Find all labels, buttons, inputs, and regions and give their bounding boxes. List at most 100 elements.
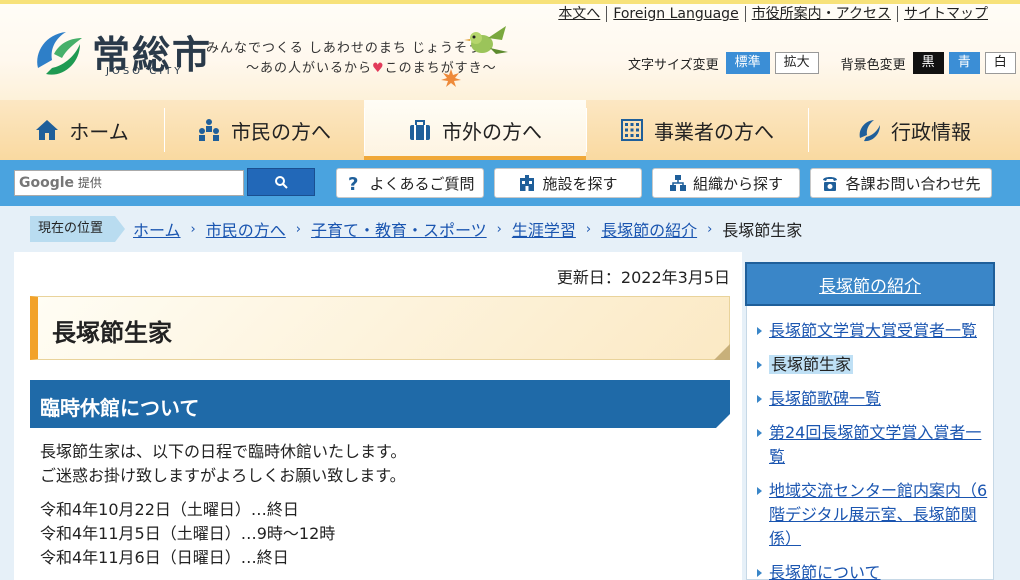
logo-sub: JOSO CITY — [106, 66, 184, 77]
notice-line-2: ご迷惑お掛け致しますがよろしくお願い致します。 — [40, 466, 406, 485]
link-city-hall-access[interactable]: 市役所案内・アクセス — [744, 6, 897, 22]
slogan-line1: みんなでつくる しあわせのまち じょうそう — [206, 41, 483, 56]
nav-administration-label: 行政情報 — [891, 119, 971, 144]
heart-icon: ♥ — [372, 61, 385, 76]
page-title: 長塚節生家 — [52, 319, 172, 347]
google-brand-text: Google — [19, 175, 75, 191]
question-icon: ? — [348, 174, 358, 192]
chevron-right-icon: › — [295, 221, 301, 237]
find-by-org-label: 組織から探す — [692, 174, 783, 193]
bg-blue-button[interactable]: 青 — [948, 52, 980, 74]
nav-visitors-label: 市外の方へ — [442, 119, 542, 144]
global-nav: ホーム 市民の方へ 市外の方へ 事業者の方へ 行政情報 — [0, 100, 1020, 160]
breadcrumb-nagatsuka-intro[interactable]: 長塚節の紹介 — [601, 217, 697, 241]
sidebar-link-24th-award[interactable]: 第24回長塚節文学賞入賞者一覧 — [769, 423, 981, 466]
nav-home[interactable]: ホーム — [0, 100, 164, 160]
sidebar-item: 第24回長塚節文学賞入賞者一覧 — [755, 421, 991, 469]
sidebar: 長塚節の紹介 長塚節文学賞大賞受賞者一覧 長塚節生家 長塚節歌碑一覧 第24回長… — [745, 262, 995, 580]
sidebar-item: 長塚節歌碑一覧 — [755, 387, 991, 411]
schedule-line-2: 令和4年11月5日（土曜日）…9時～12時 — [40, 524, 336, 543]
facility-icon — [520, 175, 535, 191]
contact-departments-button[interactable]: 各課お問い合わせ先 — [810, 168, 992, 198]
bird-icon — [464, 26, 508, 54]
title-corner-decoration — [714, 344, 730, 360]
city-emblem-icon — [859, 120, 880, 142]
nav-businesses-label: 事業者の方へ — [654, 119, 774, 144]
page-title-box: 長塚節生家 — [30, 296, 730, 360]
bg-white-button[interactable]: 白 — [984, 52, 1016, 74]
nav-visitors[interactable]: 市外の方へ — [364, 100, 586, 160]
org-chart-icon — [669, 175, 686, 191]
city-logo-icon[interactable] — [32, 28, 84, 78]
font-size-large-button[interactable]: 拡大 — [774, 52, 819, 74]
sidebar-item: 長塚節文学賞大賞受賞者一覧 — [755, 319, 991, 343]
closure-schedule: 令和4年10月22日（土曜日）…終日 令和4年11月5日（土曜日）…9時～12時… — [40, 498, 335, 570]
breadcrumb-home[interactable]: ホーム — [133, 217, 181, 241]
breadcrumb-residents[interactable]: 市民の方へ — [206, 217, 286, 241]
sidebar-item: 長塚節生家 — [755, 353, 991, 377]
search-input[interactable]: Google 提供 — [14, 170, 244, 196]
nav-administration[interactable]: 行政情報 — [808, 100, 1020, 160]
sidebar-link-poem-monuments[interactable]: 長塚節歌碑一覧 — [769, 389, 881, 408]
sidebar-list: 長塚節文学賞大賞受賞者一覧 長塚節生家 長塚節歌碑一覧 第24回長塚節文学賞入賞… — [755, 319, 991, 580]
building-icon — [621, 119, 643, 141]
utility-links: 本文へ Foreign Language 市役所案内・アクセス サイトマップ — [552, 6, 994, 22]
breadcrumb-childcare-education[interactable]: 子育て・教育・スポーツ — [311, 217, 487, 241]
breadcrumb-lifelong-learning[interactable]: 生涯学習 — [512, 217, 576, 241]
notice-line-1: 長塚節生家は、以下の日程で臨時休館いたします。 — [40, 442, 407, 461]
suitcase-icon — [410, 120, 430, 140]
breadcrumb-here-label: 現在の位置 — [30, 216, 126, 242]
link-skip-to-content[interactable]: 本文へ — [552, 6, 606, 22]
search-placeholder-suffix: 提供 — [77, 176, 102, 190]
search-bar: Google 提供 ? よくあるご質問 施設を探す 組織から探す 各課お問い合わ… — [0, 160, 1020, 206]
display-settings: 文字サイズ変更 標準 拡大 背景色変更 黒 青 白 — [628, 52, 1016, 74]
faq-button[interactable]: ? よくあるご質問 — [336, 168, 484, 198]
find-facility-button[interactable]: 施設を探す — [494, 168, 642, 198]
search-icon — [275, 176, 288, 189]
svg-text:?: ? — [348, 174, 358, 192]
chevron-right-icon: › — [585, 221, 592, 237]
find-facility-label: 施設を探す — [542, 174, 618, 193]
nav-home-label: ホーム — [69, 119, 129, 144]
font-size-label: 文字サイズ変更 — [628, 57, 719, 73]
schedule-line-3: 令和4年11月6日（日曜日）…終日 — [40, 548, 289, 567]
nav-businesses[interactable]: 事業者の方へ — [586, 100, 808, 160]
sidebar-heading-box: 長塚節の紹介 — [745, 262, 995, 306]
link-sitemap[interactable]: サイトマップ — [897, 6, 994, 22]
schedule-line-1: 令和4年10月22日（土曜日）…終日 — [40, 500, 299, 519]
phone-icon — [823, 177, 838, 191]
breadcrumb-current: 長塚節生家 — [722, 221, 803, 240]
contact-departments-label: 各課お問い合わせ先 — [845, 174, 981, 193]
closure-notice: 長塚節生家は、以下の日程で臨時休館いたします。 ご迷惑お掛け致しますがよろしくお… — [40, 440, 406, 488]
chevron-right-icon: › — [190, 221, 196, 237]
sidebar-item: 地域交流センター館内案内（6階デジタル展示室、長塚節関係） — [755, 479, 991, 551]
sidebar-item: 長塚節について — [755, 561, 991, 580]
nav-residents[interactable]: 市民の方へ — [164, 100, 364, 160]
chevron-right-icon: › — [707, 221, 713, 237]
site-header: 常総市 JOSO CITY みんなでつくる しあわせのまち じょうそう ～あの人… — [0, 0, 1020, 100]
updated-date: 更新日：2022年3月5日 — [556, 268, 730, 287]
heading-corner-decoration — [716, 414, 730, 428]
section-heading-box: 臨時休館について — [30, 380, 730, 428]
bg-black-button[interactable]: 黒 — [912, 52, 944, 74]
link-foreign-language[interactable]: Foreign Language — [606, 6, 744, 22]
faq-label: よくあるご質問 — [369, 174, 475, 193]
sidebar-link-community-center-guide[interactable]: 地域交流センター館内案内（6階デジタル展示室、長塚節関係） — [769, 481, 987, 548]
search-button[interactable] — [247, 168, 315, 196]
find-by-org-button[interactable]: 組織から探す — [652, 168, 800, 198]
font-size-standard-button[interactable]: 標準 — [725, 52, 770, 74]
sidebar-link-about-nagatsuka[interactable]: 長塚節について — [769, 563, 881, 580]
bg-color-label: 背景色変更 — [840, 57, 906, 73]
people-icon — [199, 119, 219, 141]
maple-leaf-icon — [441, 69, 461, 87]
sidebar-heading-link[interactable]: 長塚節の紹介 — [819, 272, 921, 297]
main-content: 更新日：2022年3月5日 長塚節生家 臨時休館について 長塚節生家は、以下の日… — [14, 252, 742, 580]
sidebar-link-literary-award-winners[interactable]: 長塚節文学賞大賞受賞者一覧 — [769, 321, 977, 340]
nav-residents-label: 市民の方へ — [231, 119, 331, 144]
chevron-right-icon: › — [496, 221, 502, 237]
section-heading: 臨時休館について — [40, 396, 200, 420]
sidebar-current-item: 長塚節生家 — [769, 355, 854, 374]
house-icon — [36, 120, 59, 140]
slogan-line2-a: ～あの人がいるから — [246, 61, 373, 76]
breadcrumb: 現在の位置 ホーム › 市民の方へ › 子育て・教育・スポーツ › 生涯学習 ›… — [30, 216, 802, 242]
